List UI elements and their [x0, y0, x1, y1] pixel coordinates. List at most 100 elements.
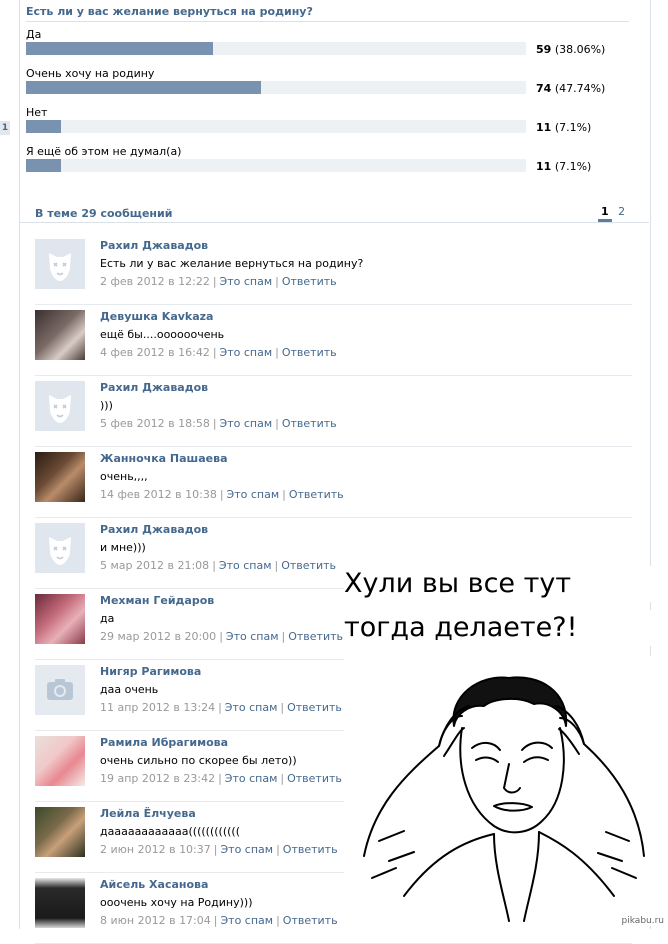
meme-caption-line1: Хули вы все тут [344, 566, 664, 602]
poll-option: Нет 11 (7.1%) [26, 106, 629, 146]
post-author-link[interactable]: Рахил Джавадов [100, 381, 208, 394]
post-item: Рахил Джавадов Есть ли у вас желание верн… [35, 235, 632, 305]
report-spam-link[interactable]: Это спам [226, 630, 279, 643]
post-meta: 2 фев 2012 в 12:22 | Это спам | Ответить [100, 275, 337, 288]
poll-option-count: 11 [536, 160, 552, 173]
report-spam-link[interactable]: Это спам [227, 488, 280, 501]
user-photo-avatar[interactable] [35, 452, 85, 502]
reply-link[interactable]: Ответить [287, 701, 342, 714]
post-author-link[interactable]: Мехман Гейдаров [100, 594, 214, 607]
meta-separator: | [212, 346, 217, 359]
post-meta: 5 фев 2012 в 18:58 | Это спам | Ответить [100, 417, 337, 430]
poll-bar-fill [26, 81, 261, 94]
post-divider [35, 304, 632, 305]
user-photo-avatar[interactable] [35, 736, 85, 786]
reply-link[interactable]: Ответить [283, 914, 338, 927]
meta-separator: | [213, 914, 218, 927]
report-spam-link[interactable]: Это спам [225, 772, 278, 785]
user-photo-avatar[interactable] [35, 807, 85, 857]
post-meta: 29 мар 2012 в 20:00 | Это спам | Ответить [100, 630, 343, 643]
meta-separator: | [274, 559, 279, 572]
post-date[interactable]: 2 июн 2012 в 10:37 [100, 843, 211, 856]
post-meta: 8 июн 2012 в 17:04 | Это спам | Ответить [100, 914, 338, 927]
report-spam-link[interactable]: Это спам [220, 843, 273, 856]
post-text: Есть ли у вас желание вернуться на родин… [100, 257, 364, 270]
post-date[interactable]: 29 мар 2012 в 20:00 [100, 630, 216, 643]
reply-link[interactable]: Ответить [287, 772, 342, 785]
reply-link[interactable]: Ответить [288, 630, 343, 643]
post-author-link[interactable]: Жанночка Пашаева [100, 452, 228, 465]
poll-divider [26, 21, 629, 22]
report-spam-link[interactable]: Это спам [220, 914, 273, 927]
post-author-link[interactable]: Лейла Ёлчуева [100, 807, 196, 820]
user-photo-avatar[interactable] [35, 310, 85, 360]
meta-separator: | [212, 417, 217, 430]
poll-option-result: 59 (38.06%) [536, 43, 605, 56]
report-spam-link[interactable]: Это спам [225, 701, 278, 714]
post-meta: 5 мар 2012 в 21:08 | Это спам | Ответить [100, 559, 336, 572]
meme-caption-line2: тогда делаете?! [344, 610, 664, 646]
post-author-link[interactable]: Рахил Джавадов [100, 523, 208, 536]
report-spam-link[interactable]: Это спам [220, 275, 273, 288]
post-date[interactable]: 14 фев 2012 в 10:38 [100, 488, 217, 501]
page-link-1[interactable]: 1 [598, 205, 612, 222]
post-date[interactable]: 19 апр 2012 в 23:42 [100, 772, 215, 785]
camera-avatar-icon[interactable] [35, 665, 85, 715]
post-text: даааааааааааа(((((((((((( [100, 825, 240, 838]
post-item: Девушка Kavkaza ещё бы....оооооочень 4 фев… [35, 306, 632, 376]
poll-option-label: Очень хочу на родину [26, 67, 155, 80]
report-spam-link[interactable]: Это спам [220, 346, 273, 359]
report-spam-link[interactable]: Это спам [219, 559, 272, 572]
poll-bar-track [26, 120, 526, 133]
post-author-link[interactable]: Рахил Джавадов [100, 239, 208, 252]
poll-option-label: Я ещё об этом не думал(а) [26, 145, 182, 158]
post-author-link[interactable]: Нигяр Рагимова [100, 665, 201, 678]
meme-face-drawing [344, 656, 664, 926]
user-photo-avatar[interactable] [35, 878, 85, 928]
poll-option-count: 59 [536, 43, 552, 56]
poll-bar-track [26, 81, 526, 94]
default-avatar-icon[interactable] [35, 381, 85, 431]
post-text: ооочень хочу на Родину))) [100, 896, 253, 909]
meta-separator: | [275, 275, 279, 288]
reply-link[interactable]: Ответить [282, 417, 337, 430]
meta-separator: | [281, 630, 286, 643]
poll-bar-fill [26, 120, 61, 133]
user-photo-avatar[interactable] [35, 594, 85, 644]
pagination: 1 2 [598, 205, 628, 222]
post-author-link[interactable]: Рамила Ибрагимова [100, 736, 228, 749]
post-date[interactable]: 5 мар 2012 в 21:08 [100, 559, 209, 572]
meta-separator: | [276, 843, 280, 856]
thread-divider [19, 222, 649, 223]
reply-link[interactable]: Ответить [282, 346, 337, 359]
poll-title: Есть ли у вас желание вернуться на родин… [26, 5, 313, 18]
post-divider [35, 446, 632, 447]
post-text: даа очень [100, 683, 159, 696]
post-date[interactable]: 8 июн 2012 в 17:04 [100, 914, 211, 927]
post-date[interactable]: 5 фев 2012 в 18:58 [100, 417, 210, 430]
poll-option-count: 11 [536, 121, 552, 134]
reply-link[interactable]: Ответить [281, 559, 336, 572]
page-link-2[interactable]: 2 [615, 205, 628, 218]
poll-option: Очень хочу на родину 74 (47.74%) [26, 67, 629, 107]
meta-separator: | [212, 275, 217, 288]
post-meta: 4 фев 2012 в 16:42 | Это спам | Ответить [100, 346, 337, 359]
meta-separator: | [219, 630, 223, 643]
reply-link[interactable]: Ответить [283, 843, 338, 856]
post-author-link[interactable]: Девушка Kavkaza [100, 310, 213, 323]
post-author-link[interactable]: Айсель Хасанова [100, 878, 208, 891]
post-date[interactable]: 4 фев 2012 в 16:42 [100, 346, 210, 359]
reply-link[interactable]: Ответить [289, 488, 344, 501]
meta-separator: | [275, 346, 279, 359]
default-avatar-icon[interactable] [35, 523, 85, 573]
report-spam-link[interactable]: Это спам [220, 417, 273, 430]
post-date[interactable]: 11 апр 2012 в 13:24 [100, 701, 215, 714]
poll-option-result: 74 (47.74%) [536, 82, 605, 95]
post-date[interactable]: 2 фев 2012 в 12:22 [100, 275, 210, 288]
reply-link[interactable]: Ответить [282, 275, 337, 288]
post-meta: 19 апр 2012 в 23:42 | Это спам | Ответить [100, 772, 342, 785]
post-divider [35, 517, 632, 518]
post-divider [35, 375, 632, 376]
left-page-tab[interactable]: 1 [0, 121, 10, 135]
default-avatar-icon[interactable] [35, 239, 85, 289]
